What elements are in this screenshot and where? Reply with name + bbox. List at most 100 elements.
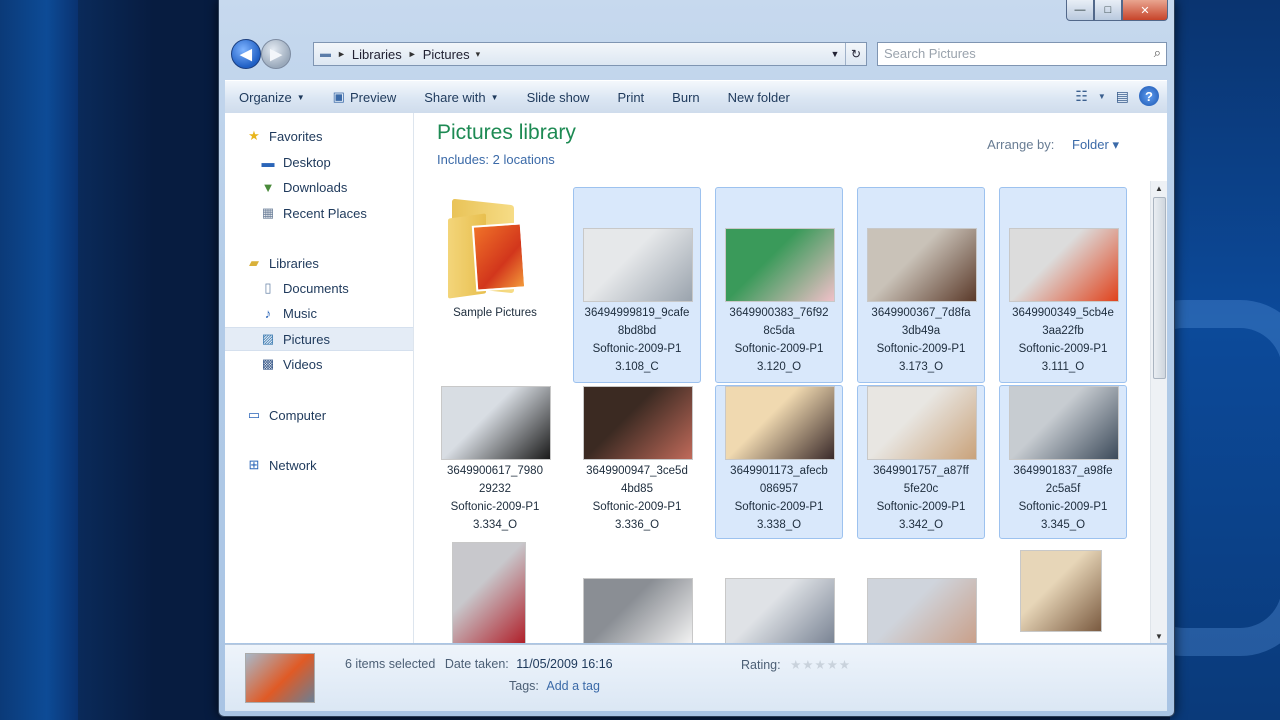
arrange-by: Arrange by: Folder ▾ xyxy=(987,137,1119,153)
picture-item[interactable]: 3649901173_afecb 086957 Softonic-2009-P1 3.… xyxy=(715,385,843,539)
item-name-line: 3.338_O xyxy=(756,519,802,531)
picture-item[interactable]: 3649900947_3ce5d 4bd85 Softonic-2009-P1 3.3… xyxy=(573,385,701,539)
desktop-background-band xyxy=(0,0,78,720)
organize-button[interactable]: Organize ▼ xyxy=(225,90,319,105)
item-name-line: 3649901173_afecb xyxy=(730,465,828,477)
navigation-bar: ◀ ▶ ▬ ► Libraries ► Pictures ▾ ▼ ↻ ⌕ xyxy=(227,36,1167,70)
folder-item[interactable]: Sample Pictures xyxy=(431,187,559,383)
burn-label: Burn xyxy=(672,89,700,105)
breadcrumb-libraries[interactable]: Libraries xyxy=(352,47,402,62)
burn-button[interactable]: Burn xyxy=(658,90,713,105)
share-with-label: Share with xyxy=(424,89,486,105)
rating-stars[interactable]: ★★★★★ xyxy=(790,658,851,672)
picture-item[interactable] xyxy=(715,543,843,643)
nav-libraries-label: Libraries xyxy=(269,255,319,271)
item-name-line: Softonic-2009-P1 xyxy=(1018,343,1108,355)
item-name-line: Softonic-2009-P1 xyxy=(450,501,540,513)
item-name-line: 3.120_O xyxy=(756,361,802,373)
scroll-down-icon[interactable]: ▼ xyxy=(1151,629,1167,643)
picture-item[interactable]: 36494999819_9cafe 8bd8bd Softonic-2009-P1 3… xyxy=(573,187,701,383)
picture-item[interactable]: 3649900383_76f92 8c5da Softonic-2009-P1 3.1… xyxy=(715,187,843,383)
date-taken-value[interactable]: 11/05/2009 16:16 xyxy=(516,657,612,671)
pictures-icon: ▨ xyxy=(261,331,275,346)
item-name-line: Softonic-2009-P1 xyxy=(592,343,682,355)
address-history-dropdown-icon[interactable]: ▼ xyxy=(826,43,844,65)
page-title: Pictures library xyxy=(437,121,576,144)
print-button[interactable]: Print xyxy=(603,90,658,105)
breadcrumb-separator[interactable]: ► xyxy=(337,49,346,59)
item-name-line: 3aa22fb xyxy=(1042,325,1084,337)
picture-item[interactable]: 3649900367_7d8fa 3db49a Softonic-2009-P1 3.… xyxy=(857,187,985,383)
nav-pictures[interactable]: ▨ Pictures xyxy=(225,327,413,351)
item-name-line: 3649901757_a87ff xyxy=(873,465,969,477)
search-icon[interactable]: ⌕ xyxy=(1154,45,1161,61)
item-name-line: 3649900383_76f92 xyxy=(729,307,829,319)
nav-favorites[interactable]: ★ Favorites xyxy=(245,125,433,147)
item-name-line: 5fe20c xyxy=(903,483,939,495)
help-button[interactable]: ? xyxy=(1139,86,1159,106)
picture-thumbnail xyxy=(725,228,835,302)
selection-summary: 6 items selected Date taken: 11/05/2009 … xyxy=(345,657,613,671)
computer-icon: ▭ xyxy=(247,407,261,422)
selection-thumbnail xyxy=(245,653,315,703)
details-pane: 6 items selected Date taken: 11/05/2009 … xyxy=(225,644,1167,711)
picture-item[interactable] xyxy=(431,542,559,643)
nav-downloads-label: Downloads xyxy=(283,179,348,195)
slide-show-button[interactable]: Slide show xyxy=(513,90,604,105)
tags-input[interactable]: Add a tag xyxy=(546,679,600,693)
share-with-button[interactable]: Share with ▼ xyxy=(410,90,512,105)
nav-network[interactable]: ⊞ Network xyxy=(245,454,433,476)
new-folder-button[interactable]: New folder xyxy=(714,90,804,105)
picture-item[interactable]: 3649901837_a98fe 2c5a5f Softonic-2009-P1 3.… xyxy=(999,385,1127,539)
change-view-icon[interactable]: ☷ xyxy=(1075,88,1088,105)
arrow-right-icon: ▶ xyxy=(270,46,282,63)
star-icon: ★ xyxy=(248,128,260,143)
scroll-up-icon[interactable]: ▲ xyxy=(1151,181,1167,195)
preview-button[interactable]: ▣ Preview xyxy=(319,89,411,105)
minimize-button[interactable]: — xyxy=(1066,0,1094,21)
scrollbar-thumb[interactable] xyxy=(1153,197,1166,379)
preview-pane-icon[interactable]: ▤ xyxy=(1116,88,1129,105)
picture-thumbnail xyxy=(867,386,977,460)
document-icon: ▯ xyxy=(264,280,272,295)
item-name-line: Softonic-2009-P1 xyxy=(876,343,966,355)
picture-item[interactable] xyxy=(573,543,701,643)
explorer-window: — □ ✕ ◀ ▶ ▬ ► Libraries ► Pictures ▾ ▼ ↻… xyxy=(218,0,1175,717)
forward-button[interactable]: ▶ xyxy=(261,39,291,69)
picture-item[interactable]: 3649901757_a87ff 5fe20c Softonic-2009-P1 3.… xyxy=(857,385,985,539)
picture-item[interactable] xyxy=(999,543,1127,643)
command-bar: Organize ▼ ▣ Preview Share with ▼ Slide sho… xyxy=(225,80,1167,114)
vertical-scrollbar[interactable]: ▲ ▼ xyxy=(1150,181,1167,643)
maximize-button[interactable]: □ xyxy=(1094,0,1122,21)
navigation-pane: ★ Favorites ▬ Desktop ▼ Downloads ▦ Rece… xyxy=(225,113,414,643)
chevron-down-icon[interactable]: ▼ xyxy=(1098,92,1106,101)
tags-row: Tags: Add a tag xyxy=(509,679,600,693)
back-button[interactable]: ◀ xyxy=(231,39,261,69)
arrange-by-dropdown[interactable]: Folder ▾ xyxy=(1072,137,1119,152)
breadcrumb-pictures[interactable]: Pictures xyxy=(423,47,470,62)
picture-item[interactable] xyxy=(857,543,985,643)
refresh-icon[interactable]: ↻ xyxy=(845,43,866,65)
picture-item[interactable]: 3649900617_7980 29232 Softonic-2009-P1 3.33… xyxy=(431,385,559,539)
item-name-line: 3649900349_5cb4e xyxy=(1012,307,1114,319)
item-name-line: 29232 xyxy=(479,483,511,495)
picture-thumbnail xyxy=(867,228,977,302)
close-button[interactable]: ✕ xyxy=(1122,0,1168,21)
search-input[interactable] xyxy=(878,43,1140,63)
item-name-line: Softonic-2009-P1 xyxy=(734,501,824,513)
arrange-by-label: Arrange by: xyxy=(987,137,1055,152)
item-name-line: 4bd85 xyxy=(621,483,653,495)
breadcrumb-dropdown[interactable]: ▾ xyxy=(476,49,481,60)
picture-item[interactable]: 3649900349_5cb4e 3aa22fb Softonic-2009-P1 3… xyxy=(999,187,1127,383)
nav-pictures-label: Pictures xyxy=(283,331,330,347)
nav-computer[interactable]: ▭ Computer xyxy=(245,404,433,426)
nav-libraries[interactable]: ▰ Libraries xyxy=(245,252,433,274)
item-name-line: 3.173_O xyxy=(898,361,944,373)
address-bar[interactable]: ▬ ► Libraries ► Pictures ▾ ▼ ↻ xyxy=(313,42,867,66)
breadcrumb-separator[interactable]: ► xyxy=(408,49,417,59)
image-icon: ▣ xyxy=(332,89,345,104)
nav-recent-places-label: Recent Places xyxy=(283,205,367,221)
libraries-icon: ▰ xyxy=(249,255,259,270)
videos-icon: ▩ xyxy=(261,356,275,371)
library-locations-link[interactable]: Includes: 2 locations xyxy=(437,152,555,167)
